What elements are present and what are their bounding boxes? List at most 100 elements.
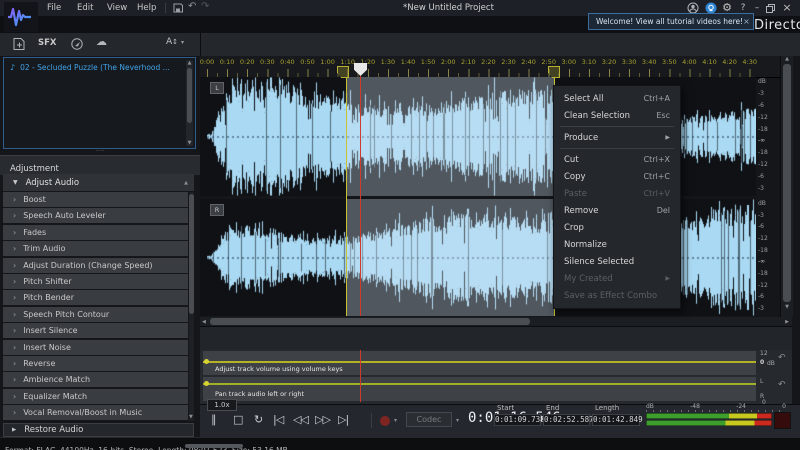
vertical-scrollbar[interactable]: ▲ ▼ [780,56,793,317]
timeline-ruler[interactable]: 0:000:100:200:300:400:501:001:101:201:30… [200,56,792,78]
context-menu-item[interactable]: RemoveDel [554,202,680,219]
adjustment-item[interactable]: ›Boost [3,192,188,207]
clip-indicator[interactable] [774,412,791,429]
scroll-up-icon[interactable]: ▲ [186,60,193,66]
submenu-arrow-icon: ▶ [665,134,670,141]
pan-keyframe-line[interactable] [203,383,756,385]
context-menu-item[interactable]: Silence Selected [554,253,680,270]
scroll-up-icon[interactable]: ▲ [184,180,188,186]
forward-button[interactable]: ▷▷ [315,412,330,428]
sort-arrows-icon: ↕ [172,38,178,46]
start-time-field[interactable]: 0:01:09.738 [494,414,541,426]
close-button[interactable]: × [780,0,794,16]
redo-icon[interactable]: ↷ [201,1,209,12]
adjustment-item[interactable]: ›Vocal Removal/Boost in Music [3,405,188,420]
adjustment-item-label: Insert Silence [23,326,77,335]
import-media-icon[interactable] [12,37,26,51]
adjustment-item[interactable]: ›Reverse [3,356,188,371]
adjustment-item[interactable]: ›Insert Silence [3,323,188,338]
record-dropdown-icon[interactable]: ▾ [394,417,397,424]
lanes-header: ▴▾ Volume Effect [200,326,792,351]
volume-lane[interactable]: Adjust track volume using volume keys [203,351,756,375]
db-scale-label: -18 [758,127,778,133]
tooltip-close-icon[interactable]: × [743,17,750,26]
adjustment-scrollbar[interactable]: ▼ [189,192,194,421]
menu-file[interactable]: File [38,0,70,16]
undo-icon[interactable]: ↶ [188,1,196,12]
record-button[interactable] [380,416,390,426]
playhead-line[interactable] [360,76,361,316]
stop-button[interactable]: □ [233,412,242,428]
ruler-label: 1:10 [340,58,355,66]
pan-keyframe-dot[interactable] [204,381,209,386]
adjustment-item[interactable]: ›Adjust Duration (Change Speed) [3,258,188,273]
scrollbar-thumb[interactable] [210,318,530,325]
ruler-label: 0:40 [280,58,295,66]
length-time-field[interactable]: 0:01:42.849 [592,414,640,426]
adjustment-item[interactable]: ›Equalizer Match [3,389,188,404]
playback-speed-badge[interactable]: 1.0x [207,399,237,411]
menu-item-label: Normalize [564,240,607,250]
context-menu-item[interactable]: CopyCtrl+C [554,168,680,185]
scroll-right-icon[interactable]: ▶ [785,319,789,325]
cloud-icon[interactable]: ☁ [96,35,107,48]
context-menu-item[interactable]: Normalize [554,236,680,253]
db-scale-label: -3 [758,91,778,97]
adjustment-item[interactable]: ›Pitch Shifter [3,274,188,289]
adjustment-item[interactable]: ›Ambience Match [3,372,188,387]
adjustment-item[interactable]: ›Pitch Bender [3,290,188,305]
next-button[interactable]: ▷| [338,412,348,428]
pan-lane[interactable]: Pan track audio left or right [203,377,756,401]
loop-button[interactable]: ↻ [254,412,262,428]
save-icon[interactable] [173,3,183,13]
volume-keyframe-dot[interactable] [204,359,209,364]
prev-button[interactable]: |◁ [273,412,283,428]
adjustment-item[interactable]: ›Trim Audio [3,241,188,256]
ruler-label: 4:20 [722,58,737,66]
sort-button[interactable]: A ↕ ▾ [166,37,184,47]
scroll-left-icon[interactable]: ◀ [202,319,206,325]
adjustment-item[interactable]: ›Fades [3,225,188,240]
pause-button[interactable]: ∥ [211,412,216,428]
adjustment-item[interactable]: ›Speech Pitch Contour [3,307,188,322]
context-menu-item[interactable]: Produce▶ [554,129,680,146]
db-scale-label: -12 [758,236,778,242]
scrollbar-thumb[interactable] [189,194,194,314]
resize-handle[interactable] [185,444,243,448]
scroll-down-icon[interactable]: ▼ [189,414,193,420]
adjustment-item[interactable]: ›Insert Noise [3,340,188,355]
context-menu-item[interactable]: Crop [554,219,680,236]
menu-item-shortcut: Ctrl+X [644,155,670,164]
scrollbar-thumb[interactable] [187,68,192,123]
menu-help[interactable]: Help [128,0,165,16]
effects-library-icon[interactable] [70,37,84,51]
context-menu-item[interactable]: CutCtrl+X [554,151,680,168]
ruler-label: 0:30 [260,58,275,66]
adjust-audio-section[interactable]: ▼ Adjust Audio ▲ [3,174,194,191]
restore-button[interactable] [766,4,775,13]
restore-audio-section[interactable]: ▶ Restore Audio [3,423,194,437]
volume-reset-icon[interactable]: ↶ [778,353,786,363]
context-menu-item[interactable]: Select AllCtrl+A [554,90,680,107]
pan-reset-icon[interactable]: ↶ [778,380,786,390]
status-bar: Format: FLAC, 44100Hz, 16-bits, Stereo, … [0,437,800,450]
scroll-up-icon[interactable]: ▲ [781,56,793,62]
welcome-tooltip: Welcome! View all tutorial videos here! … [588,13,754,30]
meter-tick-label: dB [646,403,654,410]
horizontal-scrollbar[interactable]: ◀ ▶ [200,317,792,326]
codec-dropdown-icon[interactable]: ▾ [456,417,459,424]
list-item[interactable]: ♪ 02 - Secluded Puzzle (The Neverhood ..… [10,63,189,72]
scrollbar-thumb[interactable] [783,64,791,302]
adjustment-item[interactable]: ›Speech Auto Leveler [3,208,188,223]
volume-keyframe-line[interactable] [203,361,756,363]
menu-item-label: Silence Selected [564,257,634,267]
codec-button[interactable]: Codec [406,412,452,427]
tracklist-scrollbar[interactable]: ▲ ▼ [186,60,193,146]
rewind-button[interactable]: ◁◁ [293,412,308,428]
ruler-label: 3:50 [662,58,677,66]
sfx-button[interactable]: SFX [38,38,56,48]
scroll-down-icon[interactable]: ▼ [186,140,193,146]
scroll-down-icon[interactable]: ▼ [781,304,793,310]
context-menu-item[interactable]: Clean SelectionEsc [554,107,680,124]
end-time-field[interactable]: 0:02:52.587 [543,414,590,426]
